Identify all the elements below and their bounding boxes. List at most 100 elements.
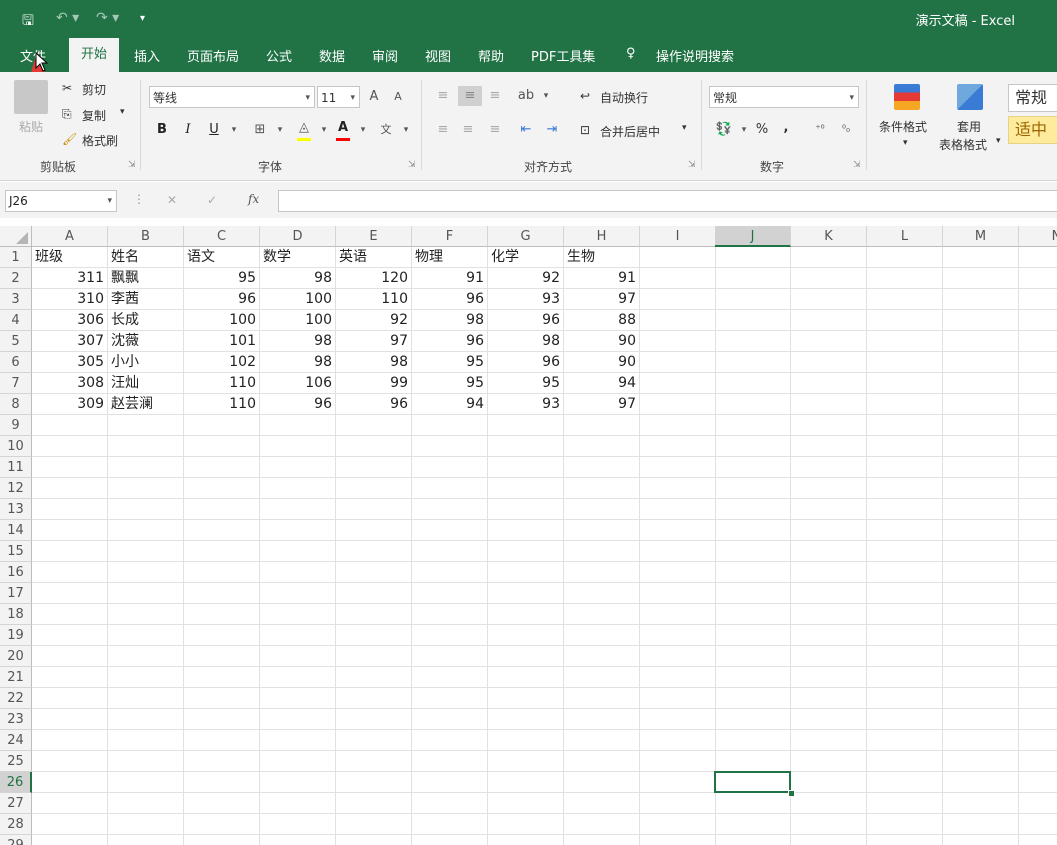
- cell-l23[interactable]: [867, 709, 943, 730]
- cell-k7[interactable]: [791, 373, 867, 394]
- cell-n26[interactable]: [1019, 772, 1057, 793]
- row-header-4[interactable]: 4: [0, 310, 32, 331]
- cell-c3[interactable]: 96: [184, 289, 260, 310]
- tab-insert[interactable]: 插入: [134, 46, 160, 65]
- cell-l24[interactable]: [867, 730, 943, 751]
- wrap-text-icon[interactable]: ↩: [580, 89, 590, 103]
- column-header-j[interactable]: J: [715, 226, 791, 247]
- cell-a29[interactable]: [32, 835, 108, 845]
- align-center-icon[interactable]: ≡: [458, 120, 478, 140]
- cell-l20[interactable]: [867, 646, 943, 667]
- cell-i24[interactable]: [640, 730, 716, 751]
- align-right-icon[interactable]: ≡: [485, 120, 505, 140]
- cell-n15[interactable]: [1019, 541, 1057, 562]
- column-header-b[interactable]: B: [108, 226, 184, 247]
- cell-c13[interactable]: [184, 499, 260, 520]
- cell-n16[interactable]: [1019, 562, 1057, 583]
- row-header-26[interactable]: 26: [0, 772, 32, 793]
- cell-j17[interactable]: [715, 583, 791, 604]
- cell-e15[interactable]: [336, 541, 412, 562]
- cell-k4[interactable]: [791, 310, 867, 331]
- cell-d21[interactable]: [260, 667, 336, 688]
- cell-i12[interactable]: [640, 478, 716, 499]
- tell-me-search[interactable]: 操作说明搜索: [656, 46, 734, 65]
- cell-k6[interactable]: [791, 352, 867, 373]
- cell-d29[interactable]: [260, 835, 336, 845]
- paste-button[interactable]: 粘贴: [19, 118, 43, 135]
- cell-j22[interactable]: [715, 688, 791, 709]
- cell-g11[interactable]: [488, 457, 564, 478]
- border-dropdown-icon[interactable]: ▾: [270, 120, 290, 140]
- cell-e2[interactable]: 120: [336, 268, 412, 289]
- cell-e6[interactable]: 98: [336, 352, 412, 373]
- column-header-m[interactable]: M: [943, 226, 1019, 247]
- cell-f1[interactable]: 物理: [412, 247, 488, 268]
- cell-a17[interactable]: [32, 583, 108, 604]
- cell-n21[interactable]: [1019, 667, 1057, 688]
- cell-k3[interactable]: [791, 289, 867, 310]
- cell-n18[interactable]: [1019, 604, 1057, 625]
- cell-h13[interactable]: [564, 499, 640, 520]
- cell-g6[interactable]: 96: [488, 352, 564, 373]
- cell-k28[interactable]: [791, 814, 867, 835]
- cell-c23[interactable]: [184, 709, 260, 730]
- cell-j7[interactable]: [715, 373, 791, 394]
- cell-i9[interactable]: [640, 415, 716, 436]
- cell-k22[interactable]: [791, 688, 867, 709]
- font-name-select[interactable]: 等线 ▾: [149, 86, 315, 108]
- cell-l25[interactable]: [867, 751, 943, 772]
- cell-n17[interactable]: [1019, 583, 1057, 604]
- cell-e17[interactable]: [336, 583, 412, 604]
- cell-m8[interactable]: [943, 394, 1019, 415]
- cell-i22[interactable]: [640, 688, 716, 709]
- cell-l7[interactable]: [867, 373, 943, 394]
- cell-b28[interactable]: [108, 814, 184, 835]
- cell-n14[interactable]: [1019, 520, 1057, 541]
- cell-n25[interactable]: [1019, 751, 1057, 772]
- cell-e7[interactable]: 99: [336, 373, 412, 394]
- fill-color-icon[interactable]: ◬: [294, 118, 314, 138]
- cell-a6[interactable]: 305: [32, 352, 108, 373]
- cell-g2[interactable]: 92: [488, 268, 564, 289]
- name-box[interactable]: J26 ▾: [5, 190, 117, 212]
- cell-l21[interactable]: [867, 667, 943, 688]
- cell-h10[interactable]: [564, 436, 640, 457]
- clipboard-launcher-icon[interactable]: ⇲: [128, 160, 136, 170]
- row-header-17[interactable]: 17: [0, 583, 32, 604]
- cell-d8[interactable]: 96: [260, 394, 336, 415]
- cell-f9[interactable]: [412, 415, 488, 436]
- cell-f17[interactable]: [412, 583, 488, 604]
- conditional-formatting-icon[interactable]: [894, 84, 920, 110]
- cell-f3[interactable]: 96: [412, 289, 488, 310]
- cell-j5[interactable]: [715, 331, 791, 352]
- cell-e9[interactable]: [336, 415, 412, 436]
- cell-h19[interactable]: [564, 625, 640, 646]
- cell-a16[interactable]: [32, 562, 108, 583]
- cell-d24[interactable]: [260, 730, 336, 751]
- cell-g22[interactable]: [488, 688, 564, 709]
- cell-j15[interactable]: [715, 541, 791, 562]
- cell-l19[interactable]: [867, 625, 943, 646]
- cell-g27[interactable]: [488, 793, 564, 814]
- merge-dropdown-icon[interactable]: ▾: [682, 123, 687, 133]
- cell-h21[interactable]: [564, 667, 640, 688]
- cell-n9[interactable]: [1019, 415, 1057, 436]
- row-header-9[interactable]: 9: [0, 415, 32, 436]
- cell-c25[interactable]: [184, 751, 260, 772]
- percent-button[interactable]: %: [752, 120, 772, 140]
- cell-k24[interactable]: [791, 730, 867, 751]
- column-header-e[interactable]: E: [336, 226, 412, 247]
- cell-i23[interactable]: [640, 709, 716, 730]
- cell-g21[interactable]: [488, 667, 564, 688]
- cell-h12[interactable]: [564, 478, 640, 499]
- cell-k12[interactable]: [791, 478, 867, 499]
- conditional-formatting-button[interactable]: 条件格式: [879, 118, 927, 135]
- format-painter-button[interactable]: 格式刷: [82, 132, 118, 149]
- cell-g15[interactable]: [488, 541, 564, 562]
- cell-n19[interactable]: [1019, 625, 1057, 646]
- cell-i4[interactable]: [640, 310, 716, 331]
- cell-h16[interactable]: [564, 562, 640, 583]
- cell-i28[interactable]: [640, 814, 716, 835]
- cell-e1[interactable]: 英语: [336, 247, 412, 268]
- cell-c8[interactable]: 110: [184, 394, 260, 415]
